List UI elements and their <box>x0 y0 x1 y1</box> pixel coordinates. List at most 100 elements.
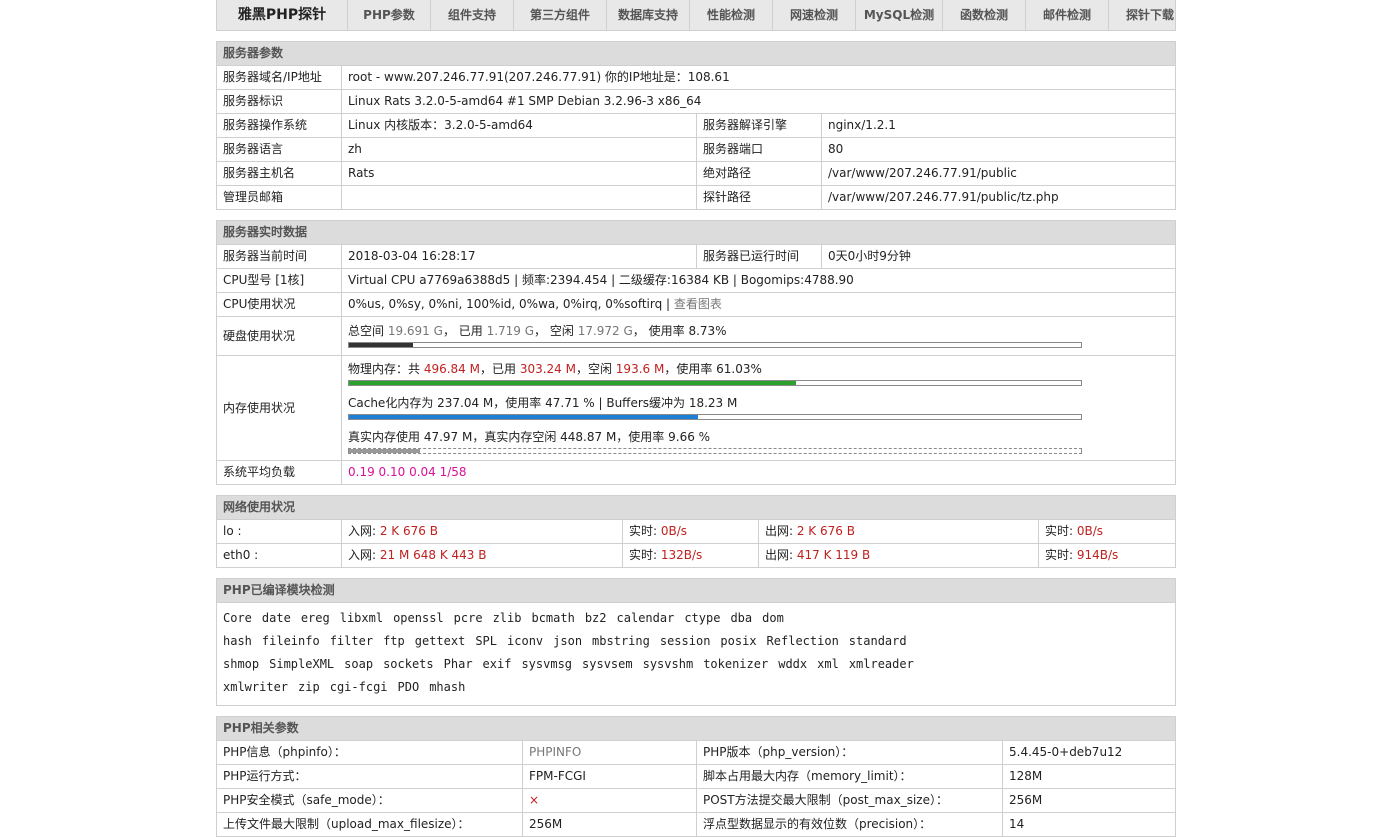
php-param-value: 5.4.45-0+deb7u12 <box>1002 740 1176 765</box>
php-param-row: 上传文件最大限制（upload_max_filesize）： 256M 浮点型数据显… <box>216 812 1176 837</box>
module-name: libxml <box>339 611 384 625</box>
module-name: mbstring <box>592 634 650 648</box>
module-name: filter <box>329 634 374 648</box>
row-label: 系统平均负载 <box>216 460 342 485</box>
module-line: Core date ereg libxml openssl pcre zlib bcmath b… <box>223 607 1169 630</box>
module-name: zip <box>298 680 320 694</box>
php-params-table: PHP相关参数 PHP信息（phpinfo）： PHPINFO PHP版本（php_… <box>216 716 1176 837</box>
iface-name: eth0 : <box>216 543 342 568</box>
view-chart-link[interactable]: 查看图表 <box>674 297 722 311</box>
rt-out-value: 0B/s <box>1076 524 1104 538</box>
module-name: session <box>659 634 711 648</box>
nav-item[interactable]: 第三方组件 <box>514 0 607 30</box>
module-line: shmop SimpleXML soap sockets Phar exif sysvmsg… <box>223 653 1169 676</box>
module-name: wddx <box>778 657 808 671</box>
modules-list: Core date ereg libxml openssl pcre zlib bcmath b… <box>216 602 1176 706</box>
rt-out-cell: 实时: 914B/s <box>1038 543 1176 568</box>
row-label: 绝对路径 <box>696 161 822 186</box>
module-name: ctype <box>684 611 721 625</box>
memory-progress-fill <box>349 381 796 385</box>
module-name: fileinfo <box>261 634 320 648</box>
network-row: eth0 : 入网: 21 M 648 K 443 B 实时: 132B/s 出网: … <box>216 543 1176 568</box>
row-label: 管理员邮箱 <box>216 185 342 210</box>
uptime-value: 0天0小时9分钟 <box>821 244 1176 269</box>
rt-out-cell: 实时: 0B/s <box>1038 519 1176 544</box>
rt-in-value: 0B/s <box>660 524 688 538</box>
rt-out-value: 914B/s <box>1076 548 1119 562</box>
nav-item[interactable]: 邮件检测 <box>1026 0 1109 30</box>
net-out-value: 417 K 119 B <box>796 548 871 562</box>
modules-table: PHP已编译模块检测 Core date ereg libxml openssl pcre… <box>216 578 1176 706</box>
row-label: 服务器操作系统 <box>216 113 342 138</box>
module-name: PDO <box>397 680 420 694</box>
module-name: sysvshm <box>642 657 694 671</box>
nav-item[interactable]: 数据库支持 <box>607 0 690 30</box>
row-label: 硬盘使用状况 <box>216 316 342 356</box>
module-name: zlib <box>492 611 522 625</box>
row-label: POST方法提交最大限制（post_max_size）： <box>696 788 1003 813</box>
nav-item[interactable]: 性能检测 <box>690 0 773 30</box>
disk-progress-fill <box>349 343 413 347</box>
iface-name: lo : <box>216 519 342 544</box>
nav-item[interactable]: 探针下载 <box>1109 0 1191 30</box>
domain-value: root - www.207.246.77.91(207.246.77.91) … <box>341 65 1176 90</box>
module-line: xmlwriter zip cgi-fcgi PDO mhash <box>223 676 1169 699</box>
top-nav: 雅黑PHP探针 PHP参数 组件支持 第三方组件 数据库支持 性能检测 网速检测 MySQL检… <box>216 0 1176 31</box>
row-label: 服务器解译引擎 <box>696 113 822 138</box>
row-label: CPU使用状况 <box>216 292 342 317</box>
nav-item[interactable]: MySQL检测 <box>856 0 943 30</box>
server-params-table: 服务器参数 服务器域名/IP地址 root - www.207.246.77.9… <box>216 41 1176 210</box>
module-name: mhash <box>429 680 466 694</box>
nav-item[interactable]: 函数检测 <box>943 0 1026 30</box>
row-label: PHP安全模式（safe_mode）： <box>216 788 523 813</box>
abspath-value: /var/www/207.246.77.91/public <box>821 161 1176 186</box>
cache-progress-fill <box>349 415 699 419</box>
brand-title[interactable]: 雅黑PHP探针 <box>217 0 348 30</box>
row-label: PHP信息（phpinfo）： <box>216 740 523 765</box>
rt-in-cell: 实时: 0B/s <box>622 519 759 544</box>
row-label: 服务器端口 <box>696 137 822 162</box>
load-average-value: 0.19 0.10 0.04 1/58 <box>341 460 1176 485</box>
realtime-table: 服务器实时数据 服务器当前时间 2018-03-04 16:28:17 服务器已… <box>216 220 1176 485</box>
disk-usage-text: 总空间 19.691 G， 已用 1.719 G， 空闲 17.972 G， 使… <box>348 324 727 338</box>
memory-progress-bar <box>348 380 1082 386</box>
cpu-usage-cell: 0%us, 0%sy, 0%ni, 100%id, 0%wa, 0%irq, 0… <box>341 292 1176 317</box>
time-value: 2018-03-04 16:28:17 <box>341 244 697 269</box>
row-label: 探针路径 <box>696 185 822 210</box>
cpu-usage-value: 0%us, 0%sy, 0%ni, 100%id, 0%wa, 0%irq, 0… <box>348 297 674 311</box>
module-name: tokenizer <box>703 657 769 671</box>
row-label: 内存使用状况 <box>216 355 342 461</box>
module-name: SimpleXML <box>269 657 335 671</box>
module-name: sockets <box>383 657 434 671</box>
section-title: 服务器参数 <box>216 41 1176 66</box>
disk-usage-cell: 总空间 19.691 G， 已用 1.719 G， 空闲 17.972 G， 使… <box>341 316 1176 356</box>
nav-item[interactable]: 组件支持 <box>431 0 514 30</box>
php-param-value: FPM-FCGI <box>522 764 697 789</box>
nav-item[interactable]: PHP参数 <box>348 0 431 30</box>
port-value: 80 <box>821 137 1176 162</box>
net-out-value: 2 K 676 B <box>796 524 855 538</box>
net-out-cell: 出网: 417 K 119 B <box>758 543 1039 568</box>
cpu-value: Virtual CPU a7769a6388d5 | 频率:2394.454 |… <box>341 268 1176 293</box>
row-label: CPU型号 [1核] <box>216 268 342 293</box>
rt-in-value: 132B/s <box>660 548 703 562</box>
network-table: 网络使用状况 lo : 入网: 2 K 676 B 实时: 0B/s 出网: 2 K … <box>216 495 1176 568</box>
net-out-cell: 出网: 2 K 676 B <box>758 519 1039 544</box>
php-param-value: 256M <box>1002 788 1176 813</box>
row-label: 服务器主机名 <box>216 161 342 186</box>
cache-usage-text: Cache化内存为 237.04 M，使用率 47.71 % | Buffers… <box>348 396 738 410</box>
module-name: standard <box>848 634 907 648</box>
module-name: json <box>553 634 583 648</box>
module-name: iconv <box>507 634 544 648</box>
phpinfo-link[interactable]: PHPINFO <box>522 740 697 765</box>
nav-item[interactable]: 网速检测 <box>773 0 856 30</box>
row-label: 脚本占用最大内存（memory_limit）： <box>696 764 1003 789</box>
probepath-value: /var/www/207.246.77.91/public/tz.php <box>821 185 1176 210</box>
module-name: hash <box>223 634 252 648</box>
module-name: calendar <box>616 611 675 625</box>
module-name: shmop <box>223 657 260 671</box>
php-param-value: × <box>522 788 697 813</box>
row-label: PHP运行方式： <box>216 764 523 789</box>
disk-progress-bar <box>348 342 1082 348</box>
rt-in-cell: 实时: 132B/s <box>622 543 759 568</box>
